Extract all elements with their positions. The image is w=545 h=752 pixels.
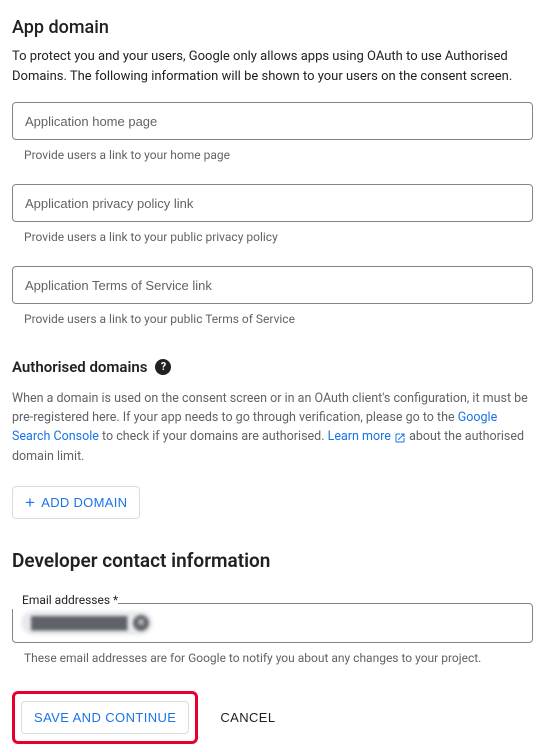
- email-helper: These email addresses are for Google to …: [12, 649, 533, 667]
- tos-field: Provide users a link to your public Term…: [12, 266, 533, 328]
- email-chip: ████████████ ✕: [21, 611, 153, 635]
- authorised-domains-title: Authorised domains: [12, 356, 147, 379]
- home-page-helper: Provide users a link to your home page: [12, 146, 533, 164]
- authorised-domains-description: When a domain is used on the consent scr…: [12, 389, 533, 467]
- privacy-field: Provide users a link to your public priv…: [12, 184, 533, 246]
- app-domain-title: App domain: [12, 14, 533, 41]
- privacy-input[interactable]: [12, 184, 533, 222]
- tos-helper: Provide users a link to your public Term…: [12, 310, 533, 328]
- cancel-button[interactable]: CANCEL: [220, 710, 275, 725]
- tos-input[interactable]: [12, 266, 533, 304]
- help-icon[interactable]: ?: [155, 359, 171, 375]
- external-link-icon: [394, 432, 406, 444]
- email-addresses-label: Email addresses *: [12, 591, 118, 609]
- save-and-continue-button[interactable]: SAVE AND CONTINUE: [21, 701, 189, 734]
- developer-contact-title: Developer contact information: [12, 547, 533, 576]
- privacy-helper: Provide users a link to your public priv…: [12, 228, 533, 246]
- add-domain-button[interactable]: + ADD DOMAIN: [12, 486, 140, 519]
- home-page-field: Provide users a link to your home page: [12, 102, 533, 164]
- save-highlight-box: SAVE AND CONTINUE: [12, 691, 198, 744]
- chip-remove-icon[interactable]: ✕: [133, 615, 149, 631]
- email-addresses-input[interactable]: ████████████ ✕: [12, 603, 533, 643]
- learn-more-link[interactable]: Learn more: [328, 429, 406, 444]
- plus-icon: +: [25, 494, 35, 511]
- app-domain-description: To protect you and your users, Google on…: [12, 47, 533, 86]
- home-page-input[interactable]: [12, 102, 533, 140]
